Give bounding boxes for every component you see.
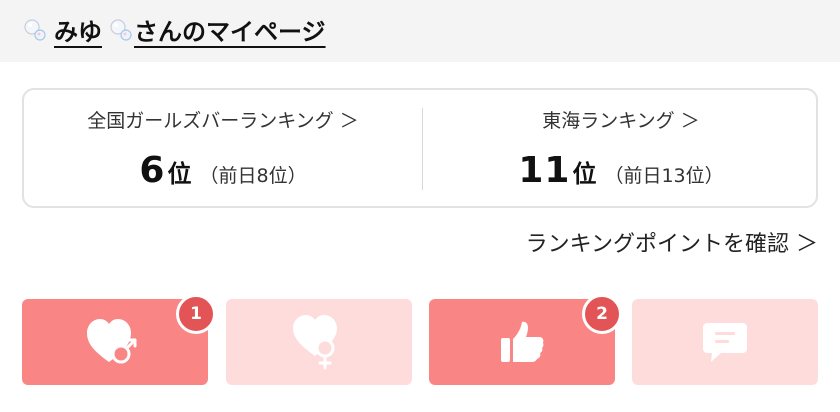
male-likes-badge: 1: [176, 294, 216, 334]
ranking-point-link[interactable]: ランキングポイントを確認 ＞: [526, 226, 818, 258]
regional-rank-previous: （前日13位）: [604, 165, 724, 187]
national-rank-number: 6: [139, 150, 166, 191]
user-name: みゆ: [54, 18, 102, 46]
page-title-suffix: さんのマイページ: [134, 18, 326, 46]
header-bar: みゆ さんのマイページ: [0, 0, 840, 62]
national-rank-unit: 位: [167, 160, 192, 188]
heart-male-icon: [87, 319, 137, 364]
regional-ranking-link[interactable]: 東海ランキング ＞: [422, 106, 820, 133]
messages-button[interactable]: [632, 299, 818, 385]
heart-female-icon: [293, 315, 337, 370]
thumbs-up-badge: 2: [582, 294, 622, 334]
bubble-icon: [108, 17, 134, 43]
national-ranking-link[interactable]: 全国ガールズバーランキング ＞: [24, 106, 422, 133]
regional-rank-value: 11位 （前日13位）: [422, 150, 820, 191]
bubble-icon: [22, 17, 48, 43]
national-rank-value: 6位 （前日8位）: [24, 150, 422, 191]
national-rank-previous: （前日8位）: [199, 165, 307, 187]
chat-bubble-icon: [703, 323, 747, 362]
regional-rank-number: 11: [518, 150, 571, 191]
thumbs-up-icon: [501, 321, 544, 362]
regional-rank-unit: 位: [572, 160, 597, 188]
female-likes-button[interactable]: [226, 299, 412, 385]
page-title: みゆ さんのマイページ: [22, 12, 326, 47]
national-ranking[interactable]: 全国ガールズバーランキング ＞ 6位 （前日8位）: [24, 90, 422, 206]
ranking-card: 全国ガールズバーランキング ＞ 6位 （前日8位） 東海ランキング ＞ 11位 （前…: [22, 88, 818, 208]
regional-ranking[interactable]: 東海ランキング ＞ 11位 （前日13位）: [422, 90, 820, 206]
